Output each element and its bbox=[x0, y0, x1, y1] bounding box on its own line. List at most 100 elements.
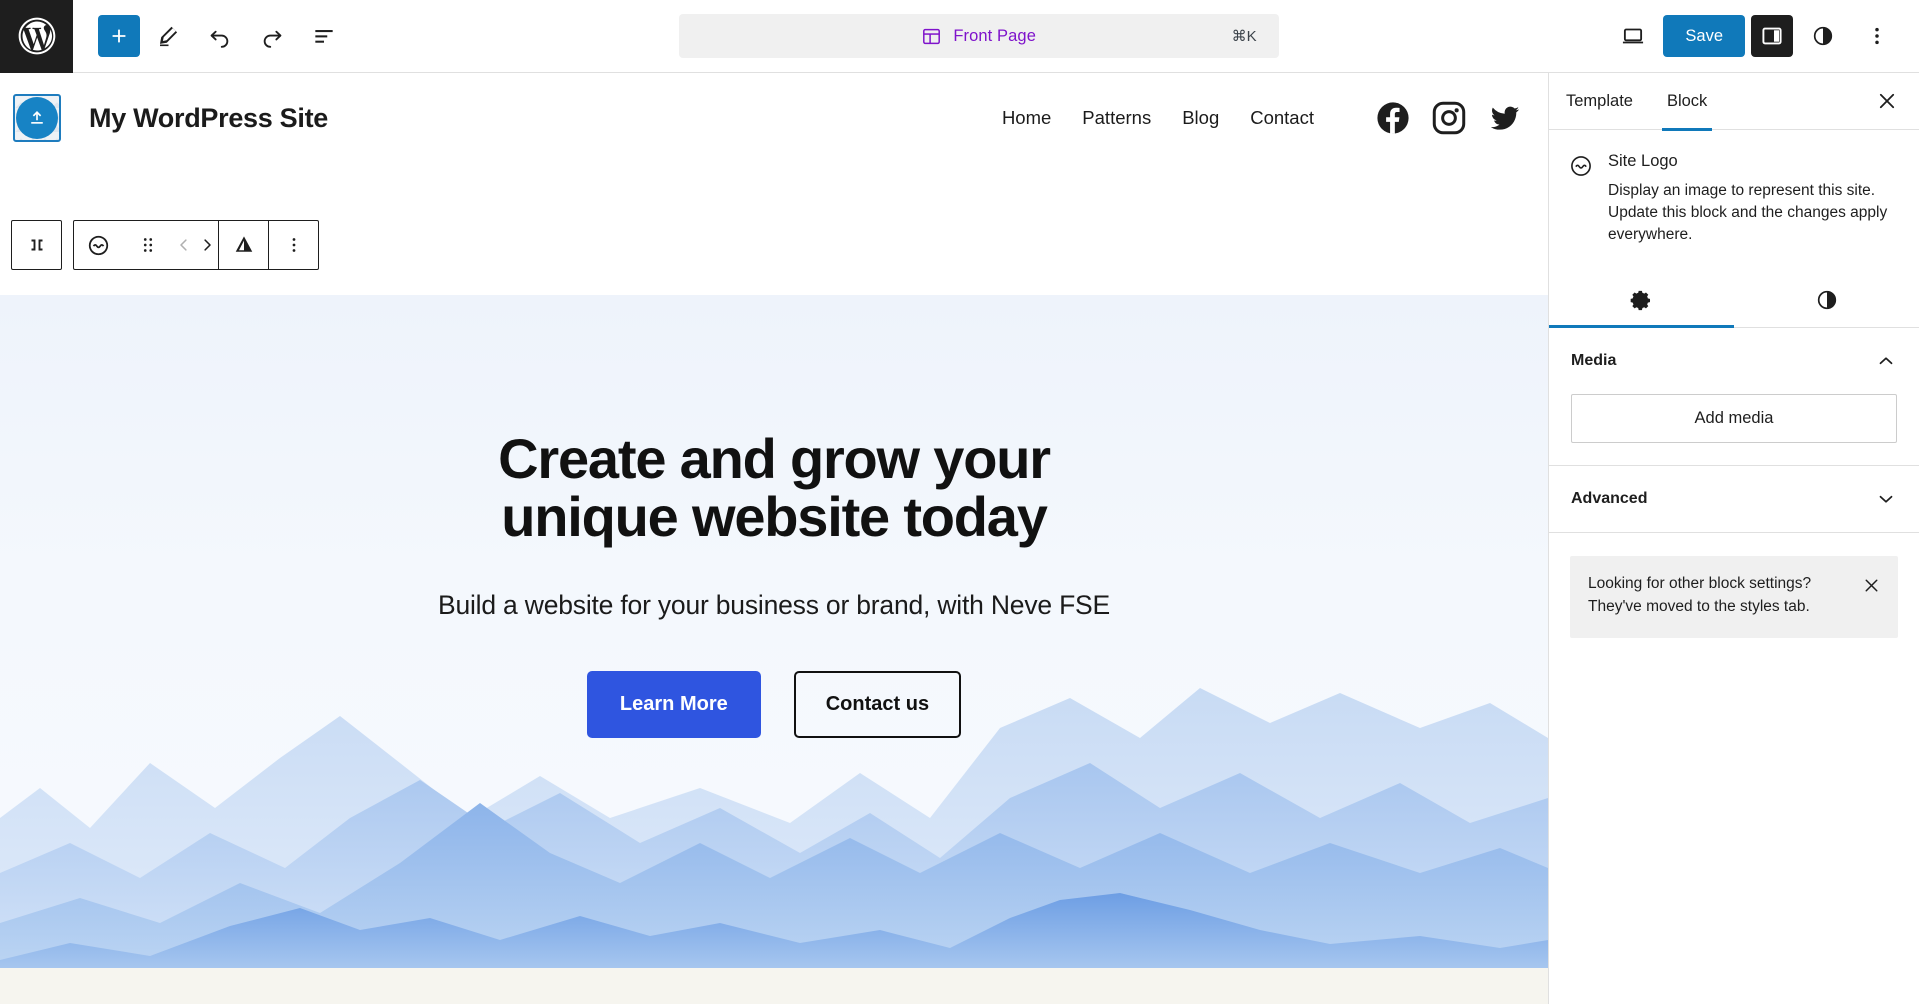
nav-item-patterns[interactable]: Patterns bbox=[1082, 107, 1151, 129]
upload-icon bbox=[31, 111, 43, 124]
sidebar-tabs: Template Block bbox=[1549, 73, 1919, 131]
editor-top-bar: Front Page ⌘K Save bbox=[0, 0, 1919, 73]
subtab-settings[interactable] bbox=[1549, 273, 1734, 329]
command-shortcut: ⌘K bbox=[1231, 28, 1257, 45]
top-bar-actions: Save bbox=[1609, 12, 1919, 60]
chevron-right-icon bbox=[203, 239, 211, 251]
move-block-right-button[interactable] bbox=[195, 221, 218, 269]
advanced-section: Advanced bbox=[1549, 466, 1919, 534]
select-parent-block-icon bbox=[31, 239, 42, 251]
media-section-header[interactable]: Media bbox=[1571, 350, 1897, 372]
template-icon bbox=[923, 28, 941, 44]
list-view-button[interactable] bbox=[300, 12, 348, 60]
twitter-icon[interactable] bbox=[1488, 101, 1522, 135]
select-parent-group bbox=[11, 220, 62, 270]
nav-item-contact[interactable]: Contact bbox=[1250, 107, 1314, 129]
styles-moved-notice: Looking for other block settings? They'v… bbox=[1570, 556, 1898, 639]
document-bar[interactable]: Front Page ⌘K bbox=[678, 14, 1279, 58]
hero-cover-block: Create and grow your unique website toda… bbox=[0, 295, 1548, 968]
block-card: Site Logo Display an image to represent … bbox=[1549, 130, 1919, 246]
wordpress-logo-button[interactable] bbox=[0, 0, 73, 73]
instagram-icon[interactable] bbox=[1432, 101, 1466, 135]
learn-more-button[interactable]: Learn More bbox=[586, 671, 761, 739]
drag-handle-icon bbox=[143, 238, 152, 252]
facebook-icon[interactable] bbox=[1376, 101, 1410, 135]
desktop-icon bbox=[1623, 28, 1644, 44]
settings-sidebar-icon bbox=[1762, 27, 1782, 45]
close-icon bbox=[1865, 579, 1878, 592]
list-view-icon bbox=[315, 30, 333, 43]
close-sidebar-button[interactable] bbox=[1875, 89, 1899, 113]
pencil-icon bbox=[160, 26, 178, 47]
add-block-button[interactable] bbox=[98, 15, 140, 57]
more-options-icon bbox=[292, 238, 295, 252]
media-section: Media Add media bbox=[1549, 328, 1919, 467]
block-move-group bbox=[172, 221, 218, 269]
device-preview-button[interactable] bbox=[1609, 12, 1657, 60]
site-logo-icon bbox=[88, 235, 109, 255]
settings-gear-icon bbox=[1630, 290, 1651, 311]
styles-contrast-icon bbox=[1813, 26, 1833, 46]
site-title: My WordPress Site bbox=[89, 102, 328, 133]
sidebar-subtabs bbox=[1549, 273, 1919, 329]
document-bar-wrapper: Front Page ⌘K bbox=[348, 14, 1609, 58]
align-button[interactable] bbox=[219, 221, 268, 269]
nav-item-home[interactable]: Home bbox=[1002, 107, 1051, 129]
styles-button[interactable] bbox=[1799, 12, 1847, 60]
block-name: Site Logo bbox=[1608, 152, 1678, 170]
undo-icon bbox=[210, 30, 229, 48]
advanced-section-header[interactable]: Advanced bbox=[1571, 488, 1897, 510]
hero-subheading: Build a website for your business or bra… bbox=[437, 590, 1111, 621]
nav-item-blog[interactable]: Blog bbox=[1182, 107, 1219, 129]
block-toolbar bbox=[11, 220, 319, 270]
tab-template[interactable]: Template bbox=[1549, 73, 1650, 130]
add-media-button[interactable]: Add media bbox=[1571, 394, 1897, 444]
select-parent-block-button[interactable] bbox=[12, 221, 61, 269]
close-icon bbox=[1879, 93, 1895, 109]
ellipsis-vertical-icon bbox=[1875, 27, 1879, 45]
undo-button[interactable] bbox=[196, 12, 244, 60]
redo-icon bbox=[263, 30, 282, 48]
redo-button[interactable] bbox=[248, 12, 296, 60]
hero-heading: Create and grow your unique website toda… bbox=[498, 427, 1051, 549]
site-header-block: My WordPress Site Home Patterns Blog Con… bbox=[0, 73, 1548, 163]
social-links-block bbox=[1376, 101, 1522, 135]
site-logo-placeholder bbox=[16, 97, 58, 139]
tab-block[interactable]: Block bbox=[1650, 73, 1724, 131]
settings-sidebar-toggle[interactable] bbox=[1751, 15, 1793, 57]
document-title: Front Page bbox=[953, 26, 1036, 45]
styles-contrast-icon bbox=[1817, 291, 1836, 310]
advanced-section-title: Advanced bbox=[1571, 490, 1648, 508]
move-block-left-button[interactable] bbox=[172, 221, 195, 269]
block-actions-group bbox=[73, 220, 319, 270]
save-button[interactable]: Save bbox=[1663, 15, 1745, 57]
site-editor-app: Front Page ⌘K Save My WordPress Site Hom… bbox=[0, 0, 1919, 1004]
chevron-left-icon bbox=[179, 239, 187, 251]
wordpress-logo-icon bbox=[18, 17, 55, 55]
site-footer-strip bbox=[0, 968, 1548, 1004]
align-icon bbox=[235, 236, 252, 252]
site-logo-icon bbox=[1571, 156, 1591, 176]
block-description: Display an image to represent this site.… bbox=[1608, 182, 1888, 244]
editor-body: My WordPress Site Home Patterns Blog Con… bbox=[0, 73, 1919, 1004]
top-bar-tools bbox=[73, 12, 348, 60]
drag-handle-button[interactable] bbox=[123, 221, 172, 269]
block-type-button[interactable] bbox=[74, 221, 123, 269]
more-menu-button[interactable] bbox=[1853, 12, 1901, 60]
site-navigation-block: Home Patterns Blog Contact bbox=[1002, 101, 1522, 135]
contact-us-button[interactable]: Contact us bbox=[793, 671, 962, 739]
subtab-styles[interactable] bbox=[1734, 273, 1919, 327]
edit-tool-button[interactable] bbox=[144, 12, 192, 60]
hero-buttons-block: Learn More Contact us bbox=[0, 671, 1548, 739]
chevron-down-icon bbox=[1879, 496, 1893, 504]
editor-canvas: My WordPress Site Home Patterns Blog Con… bbox=[0, 73, 1548, 1004]
site-logo-block[interactable] bbox=[13, 94, 61, 142]
notice-text: Looking for other block settings? They'v… bbox=[1588, 575, 1812, 616]
settings-sidebar: Template Block Site Logo Display an imag… bbox=[1548, 73, 1919, 1004]
chevron-up-icon bbox=[1879, 357, 1893, 365]
dismiss-notice-button[interactable] bbox=[1861, 575, 1882, 601]
block-options-button[interactable] bbox=[269, 221, 318, 269]
hero-content: Create and grow your unique website toda… bbox=[0, 295, 1548, 739]
media-section-title: Media bbox=[1571, 352, 1617, 370]
plus-icon bbox=[112, 29, 126, 43]
